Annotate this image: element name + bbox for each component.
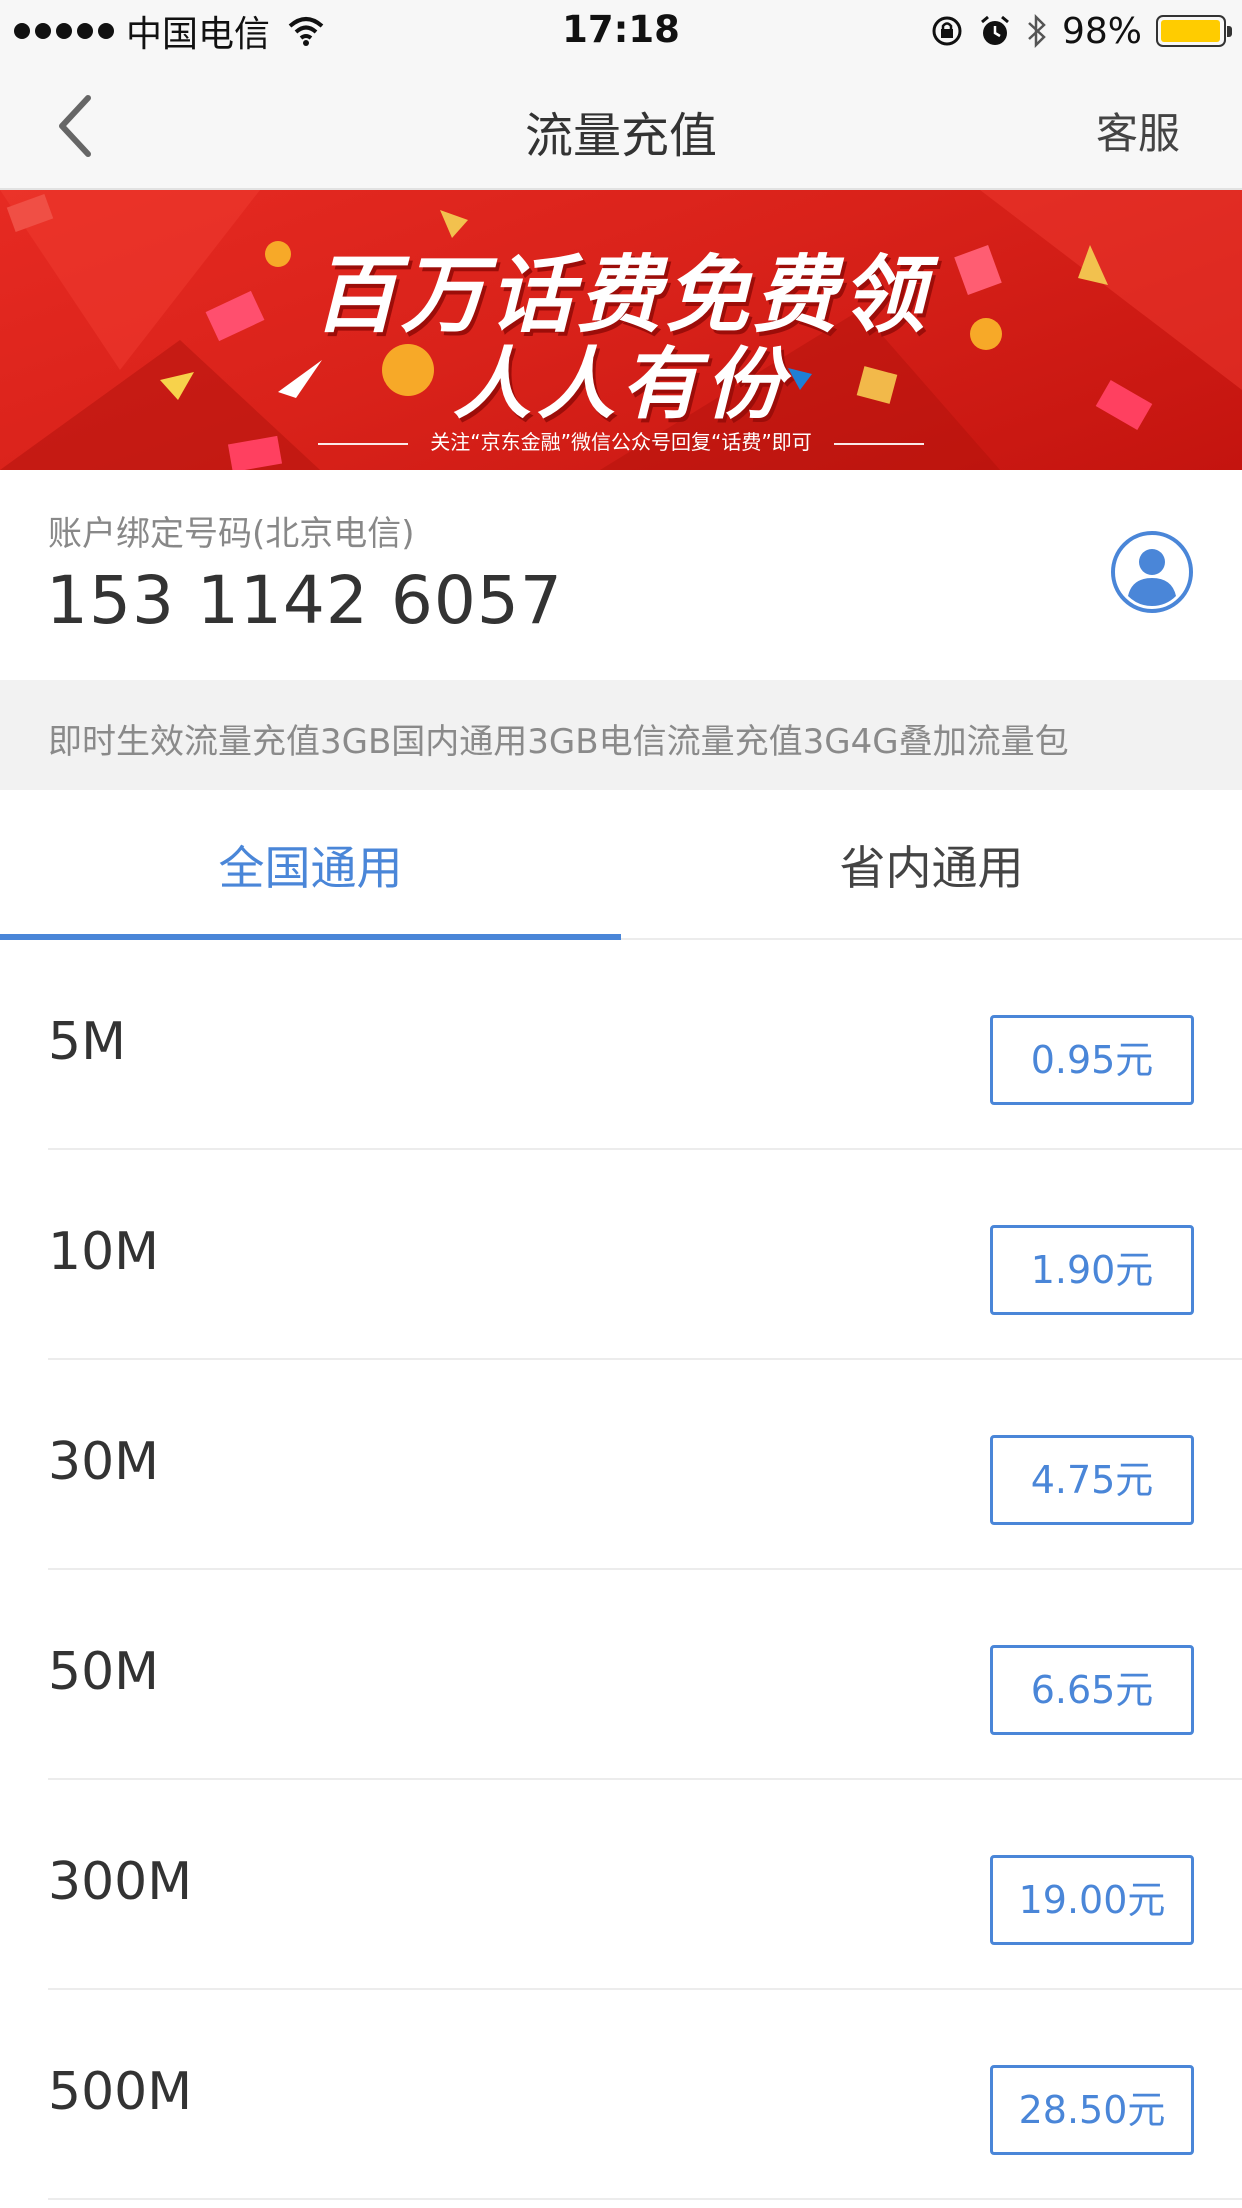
- price-button[interactable]: 6.65元: [990, 1645, 1194, 1735]
- list-item: 30M 4.75元: [0, 1360, 1242, 1570]
- phone-number[interactable]: 153 1142 6057: [46, 562, 563, 639]
- bluetooth-icon: [1028, 13, 1046, 49]
- plan-size: 300M: [48, 1852, 193, 1912]
- account-label: 账户绑定号码(北京电信): [48, 514, 415, 554]
- list-item: 500M 28.50元: [0, 1990, 1242, 2200]
- notice-text: 即时生效流量充值3GB国内通用3GB电信流量充值3G4G叠加流量包: [48, 722, 1069, 762]
- navigation-bar: 流量充值 客服: [0, 62, 1242, 190]
- banner-subheadline: 人人有份: [452, 340, 789, 430]
- account-section: 账户绑定号码(北京电信) 153 1142 6057: [0, 470, 1242, 680]
- plan-list: 5M 0.95元 10M 1.90元 30M 4.75元 50M 6.65元 3…: [0, 940, 1242, 2200]
- rotation-lock-icon: [932, 16, 962, 46]
- plan-size: 10M: [48, 1222, 160, 1282]
- list-item: 5M 0.95元: [0, 940, 1242, 1150]
- notice-bar: 即时生效流量充值3GB国内通用3GB电信流量充值3G4G叠加流量包: [0, 680, 1242, 790]
- promo-banner[interactable]: 百万话费免费领 人人有份 关注“京东金融”微信公众号回复“话费”即可: [0, 190, 1242, 470]
- tab-provincial[interactable]: 省内通用: [621, 790, 1242, 940]
- plan-tabs: 全国通用 省内通用: [0, 790, 1242, 940]
- list-item: 50M 6.65元: [0, 1570, 1242, 1780]
- page-title: 流量充值: [524, 108, 717, 164]
- battery-percent: 98%: [1061, 10, 1142, 52]
- plan-size: 5M: [48, 1012, 126, 1072]
- status-right: 98%: [930, 8, 1232, 54]
- battery-icon: [1156, 15, 1232, 47]
- battery-level-fill: [1161, 20, 1220, 42]
- row-divider: [48, 2198, 1242, 2200]
- list-item: 10M 1.90元: [0, 1150, 1242, 1360]
- price-button[interactable]: 28.50元: [990, 2065, 1194, 2155]
- plan-size: 30M: [48, 1432, 160, 1492]
- price-button[interactable]: 1.90元: [990, 1225, 1194, 1315]
- price-button[interactable]: 4.75元: [990, 1435, 1194, 1525]
- banner-caption-wrap: 关注“京东金融”微信公众号回复“话费”即可: [0, 426, 1242, 455]
- plan-size: 500M: [48, 2062, 193, 2122]
- status-bar: 中国电信 17:18 98%: [0, 0, 1242, 62]
- price-button[interactable]: 0.95元: [990, 1015, 1194, 1105]
- list-item: 300M 19.00元: [0, 1780, 1242, 1990]
- plan-size: 50M: [48, 1642, 160, 1702]
- alarm-icon: [981, 15, 1009, 45]
- banner-caption: 关注“京东金融”微信公众号回复“话费”即可: [430, 430, 812, 454]
- customer-service-button[interactable]: 客服: [1096, 100, 1180, 161]
- price-button[interactable]: 19.00元: [990, 1855, 1194, 1945]
- contact-person-icon[interactable]: [1110, 530, 1194, 614]
- tab-nationwide[interactable]: 全国通用: [0, 790, 621, 940]
